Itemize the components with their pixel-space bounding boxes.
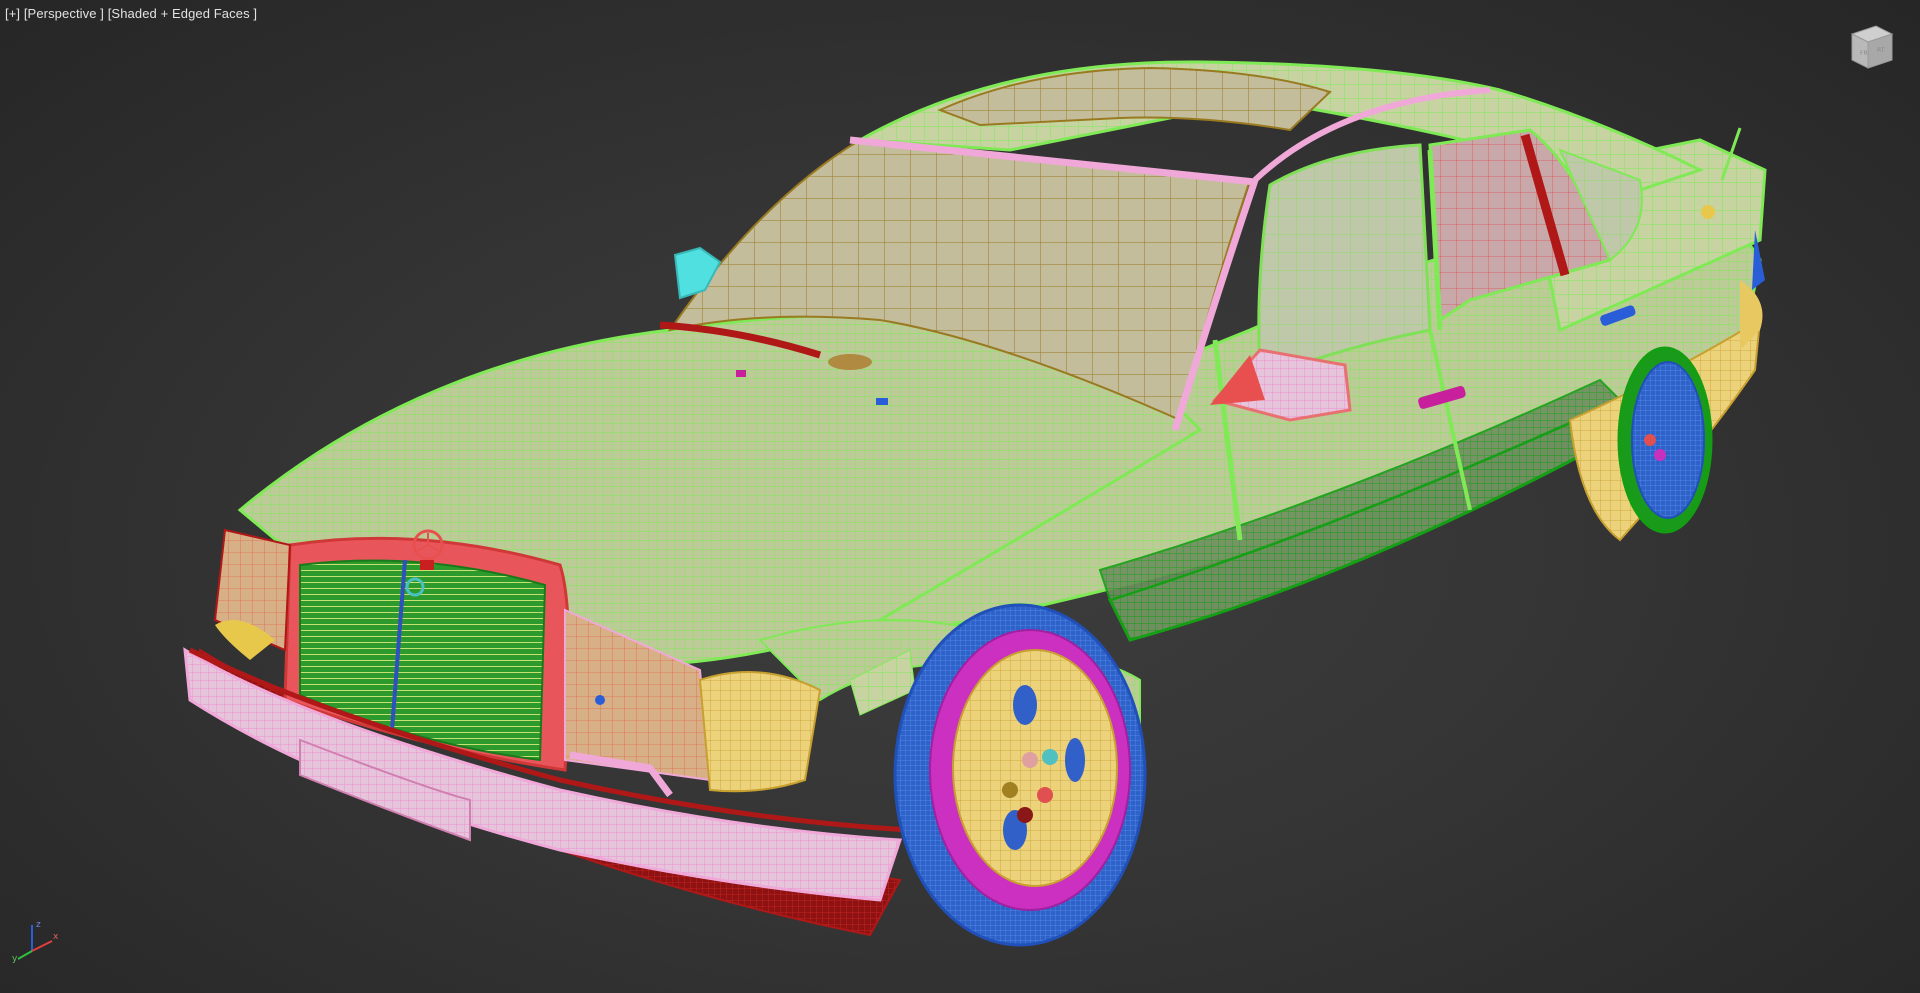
hood-marker-pink (736, 370, 746, 377)
axis-tripod: z x y (8, 909, 64, 965)
lug-nut (1037, 787, 1053, 803)
wiper-pivot (828, 354, 872, 370)
axis-z-label: z (36, 920, 41, 930)
rear-emblem (1701, 205, 1715, 219)
hood-marker-blue (876, 398, 888, 405)
axis-y-label: y (12, 954, 18, 964)
lug-nut (1022, 752, 1038, 768)
front-wheel (893, 603, 1147, 947)
lug-nut (1002, 782, 1018, 798)
right-turn-signal (698, 671, 822, 793)
hood-ornament-base (420, 560, 434, 570)
grille-marker (595, 695, 605, 705)
front-wheel-hub (952, 649, 1118, 887)
axis-gizmo-icon: z x y (12, 920, 59, 964)
lug-nut (1017, 807, 1033, 823)
axis-x-label: x (53, 932, 59, 942)
lug-nut (1042, 749, 1058, 765)
rear-wheel-hub (1631, 361, 1705, 519)
viewport-canvas[interactable] (0, 0, 1920, 993)
